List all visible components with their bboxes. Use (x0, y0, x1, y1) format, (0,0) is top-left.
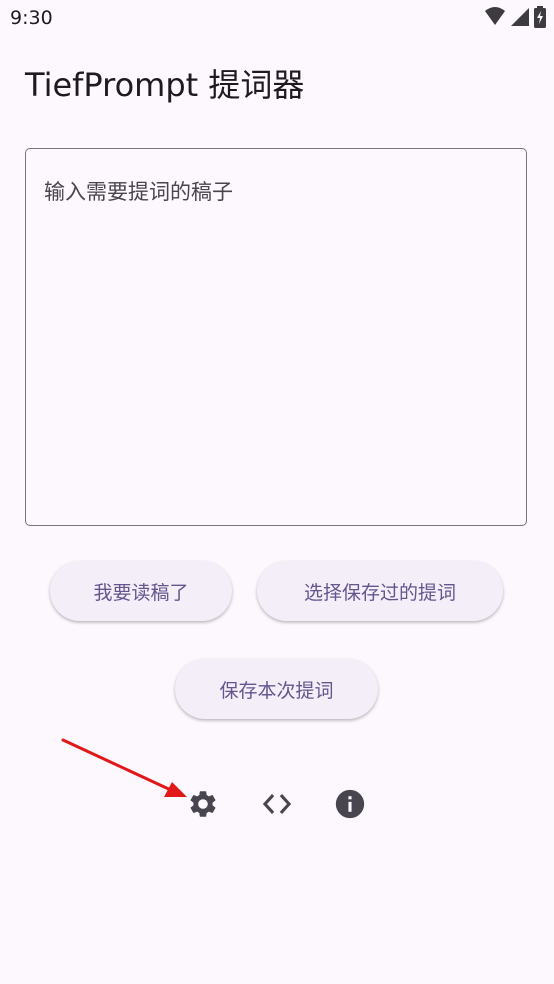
annotation-arrow (61, 738, 187, 797)
start-reading-button[interactable]: 我要读稿了 (50, 561, 232, 621)
wifi-icon (484, 7, 506, 31)
select-saved-prompts-button[interactable]: 选择保存过的提词 (257, 561, 503, 621)
info-icon (333, 787, 367, 825)
about-button[interactable] (328, 784, 372, 828)
script-input-placeholder: 输入需要提词的稿子 (44, 180, 233, 204)
code-icon (260, 787, 294, 825)
battery-icon (534, 6, 546, 32)
signal-icon (510, 7, 530, 31)
script-input[interactable]: 输入需要提词的稿子 (25, 148, 527, 526)
save-current-prompt-button[interactable]: 保存本次提词 (175, 659, 378, 719)
status-icons (484, 6, 546, 32)
source-code-button[interactable] (255, 784, 299, 828)
status-bar: 9:30 (0, 0, 554, 40)
app-title: TiefPrompt 提词器 (25, 66, 305, 104)
status-time: 9:30 (10, 7, 53, 29)
